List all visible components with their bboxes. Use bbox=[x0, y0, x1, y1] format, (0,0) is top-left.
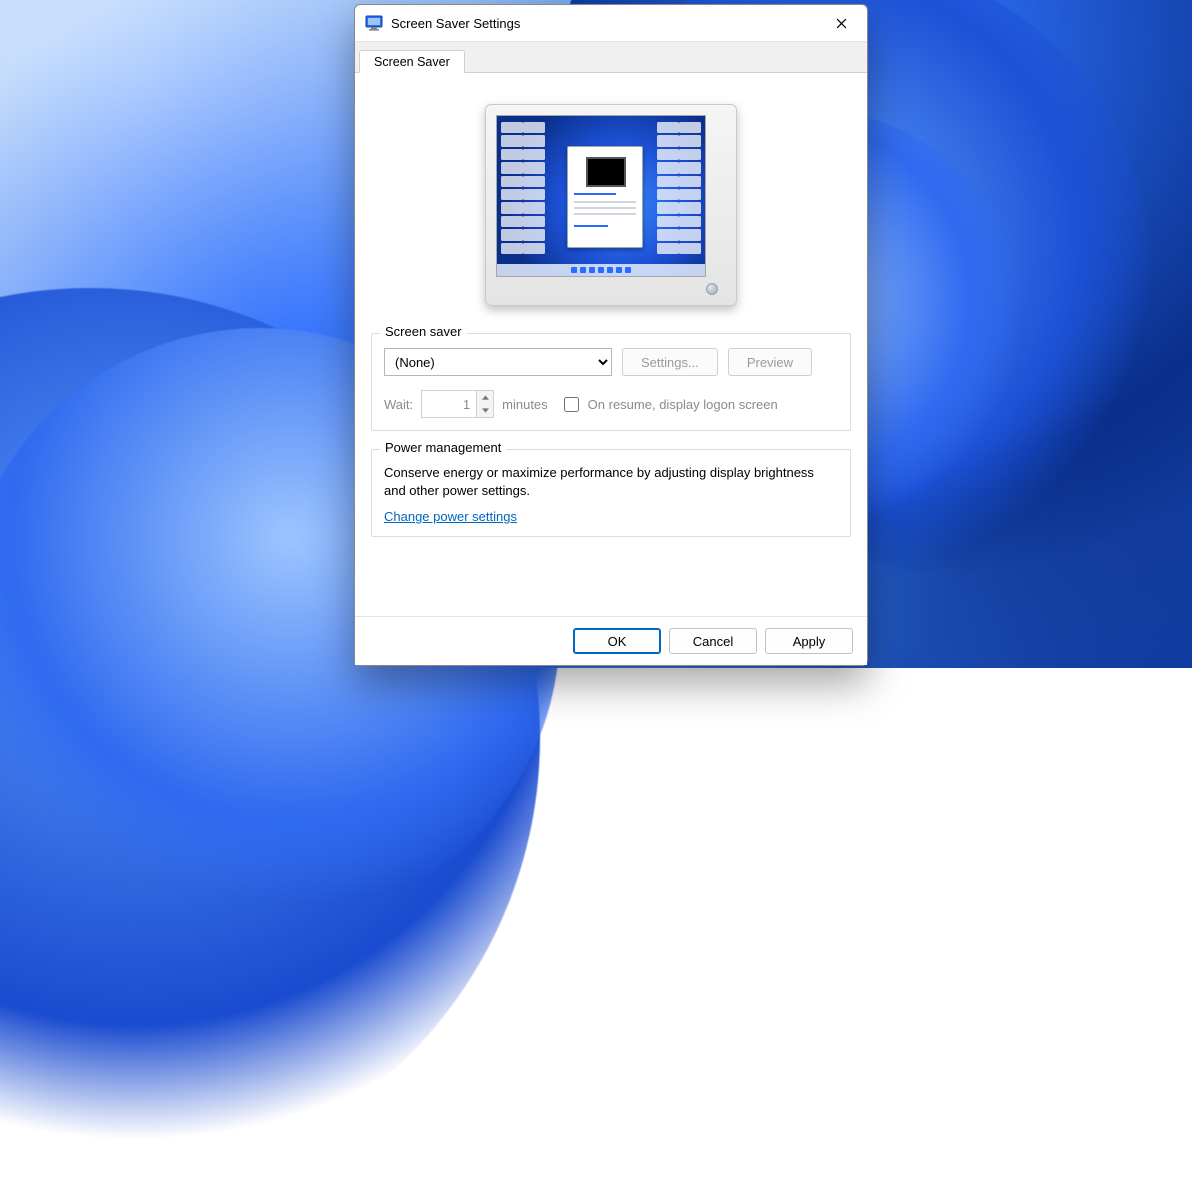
power-management-text: Conserve energy or maximize performance … bbox=[384, 464, 838, 499]
chevron-down-icon bbox=[482, 408, 489, 413]
close-icon bbox=[836, 18, 847, 29]
screensaver-settings-button[interactable]: Settings... bbox=[622, 348, 718, 376]
screensaver-preview-button[interactable]: Preview bbox=[728, 348, 812, 376]
dialog-body: Screen saver (None) Settings... Preview … bbox=[355, 73, 867, 616]
screen-saver-settings-dialog: Screen Saver Settings Screen Saver bbox=[354, 4, 868, 666]
window-title: Screen Saver Settings bbox=[391, 16, 821, 31]
screensaver-preview-monitor bbox=[371, 85, 851, 325]
resume-logon-label: On resume, display logon screen bbox=[588, 397, 778, 412]
dialog-footer: OK Cancel Apply bbox=[355, 616, 867, 665]
close-button[interactable] bbox=[821, 9, 861, 37]
tab-screen-saver[interactable]: Screen Saver bbox=[359, 50, 465, 73]
resume-logon-checkbox[interactable] bbox=[564, 397, 579, 412]
wait-units-label: minutes bbox=[502, 397, 548, 412]
screensaver-icon bbox=[365, 14, 383, 32]
cancel-button[interactable]: Cancel bbox=[669, 628, 757, 654]
ok-button[interactable]: OK bbox=[573, 628, 661, 654]
power-management-legend: Power management bbox=[380, 440, 506, 455]
titlebar[interactable]: Screen Saver Settings bbox=[355, 5, 867, 42]
wait-input[interactable] bbox=[422, 391, 476, 417]
chevron-up-icon bbox=[482, 395, 489, 400]
wait-spinner[interactable] bbox=[421, 390, 494, 418]
change-power-settings-link[interactable]: Change power settings bbox=[384, 509, 517, 524]
screensaver-group: Screen saver (None) Settings... Preview … bbox=[371, 333, 851, 431]
wait-label: Wait: bbox=[384, 397, 413, 412]
wait-spin-down[interactable] bbox=[477, 404, 493, 417]
screensaver-select[interactable]: (None) bbox=[384, 348, 612, 376]
tabstrip: Screen Saver bbox=[355, 42, 867, 73]
power-management-group: Power management Conserve energy or maxi… bbox=[371, 449, 851, 537]
wait-spin-up[interactable] bbox=[477, 391, 493, 404]
apply-button[interactable]: Apply bbox=[765, 628, 853, 654]
screensaver-group-legend: Screen saver bbox=[380, 324, 467, 339]
